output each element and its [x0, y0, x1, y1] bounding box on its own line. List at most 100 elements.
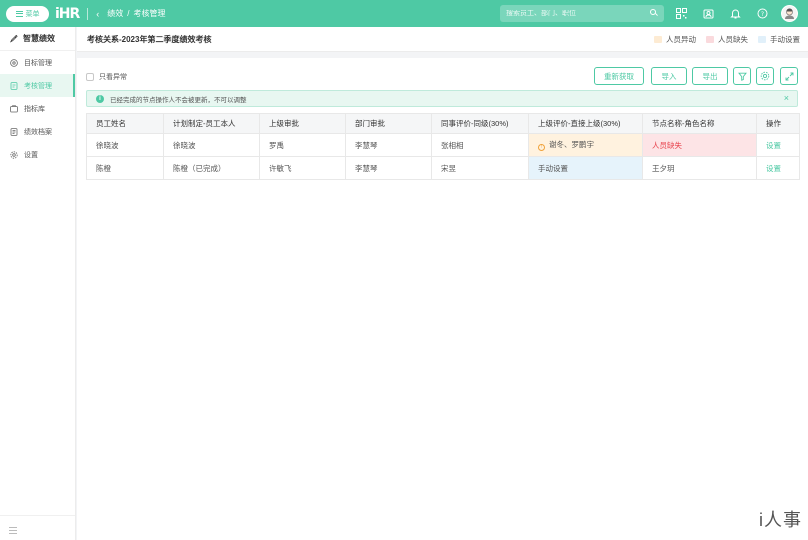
- sidebar-item-review[interactable]: 考核管理: [0, 74, 75, 97]
- bell-icon[interactable]: [729, 7, 741, 19]
- settings-link[interactable]: 设置: [766, 141, 781, 150]
- warning-icon: !: [538, 144, 545, 151]
- info-icon: i: [96, 94, 104, 103]
- legend-label: 人员异动: [666, 35, 696, 44]
- only-abnormal-filter[interactable]: 只看异常: [86, 72, 127, 82]
- review-relation-table: 员工姓名 计划制定-员工本人 上级审批 部门审批 同事评价-同级(30%) 上级…: [86, 113, 800, 180]
- cell-text: 谢冬、罗鹏宇: [549, 140, 594, 149]
- table-cell: 徐晓波: [163, 133, 260, 157]
- only-abnormal-label: 只看异常: [99, 74, 127, 81]
- table-cell-changed: ! 谢冬、罗鹏宇: [528, 133, 643, 157]
- top-bar: 菜单 iHR ‹ 绩效 / 考核管理 ?: [0, 0, 808, 27]
- table-cell-manual: 手动设置: [528, 156, 643, 180]
- hamburger-icon: [15, 10, 23, 17]
- contacts-icon[interactable]: [702, 7, 714, 19]
- svg-text:?: ?: [760, 11, 763, 18]
- divider: [87, 7, 89, 20]
- table-cell: 陈橙（已完成）: [163, 156, 260, 180]
- table-cell-action: 设置: [756, 133, 800, 157]
- refresh-button[interactable]: 重新获取: [594, 67, 644, 85]
- gear-icon: [10, 150, 18, 159]
- global-search[interactable]: [500, 5, 664, 22]
- info-notice: i 已经完成的节点操作人不会被更新，不可以调整 ×: [86, 90, 798, 107]
- export-button[interactable]: 导出: [692, 67, 728, 85]
- column-header: 操作: [756, 113, 800, 134]
- legend-item-missing: 人员缺失: [706, 34, 748, 45]
- settings-link[interactable]: 设置: [766, 164, 781, 173]
- legend-swatch: [758, 36, 766, 43]
- user-avatar[interactable]: [781, 5, 798, 22]
- sidebar-item-label: 设置: [24, 151, 38, 159]
- sidebar-item-archive[interactable]: 绩效档案: [0, 120, 75, 143]
- legend-swatch: [706, 36, 714, 43]
- search-input[interactable]: [506, 10, 646, 17]
- help-icon[interactable]: ?: [756, 7, 768, 19]
- table-cell: 宋昱: [431, 156, 529, 180]
- table-cell-missing: 人员缺失: [642, 133, 757, 157]
- app-logo[interactable]: iHR: [55, 6, 80, 22]
- sidebar-item-label: 绩效档案: [24, 128, 52, 136]
- filter-icon: [737, 72, 747, 81]
- brand-watermark: i人事: [759, 510, 802, 530]
- breadcrumb-separator: /: [127, 9, 130, 18]
- table-header-row: 员工姓名 计划制定-员工本人 上级审批 部门审批 同事评价-同级(30%) 上级…: [86, 113, 800, 134]
- sidebar: 智慧绩效 目标管理 考核管理 指标库 绩效档案 设置: [0, 27, 76, 540]
- only-abnormal-checkbox[interactable]: [86, 73, 94, 81]
- sidebar-header-label: 智慧绩效: [23, 34, 55, 43]
- table-cell: 李慧琴: [345, 133, 432, 157]
- performance-app-icon: [10, 34, 18, 43]
- import-button[interactable]: 导入: [651, 67, 687, 85]
- column-header: 上级评价-直接上级(30%): [528, 113, 643, 134]
- page-header: 考核关系-2023年第二季度绩效考核 人员异动 人员缺失 手动设置: [77, 27, 808, 52]
- breadcrumb: ‹ 绩效 / 考核管理: [96, 8, 165, 19]
- sidebar-item-label: 考核管理: [24, 82, 52, 90]
- library-icon: [10, 104, 18, 113]
- status-legend: 人员异动 人员缺失 手动设置: [654, 27, 800, 52]
- legend-item-manual: 手动设置: [758, 34, 800, 45]
- menu-button-label: 菜单: [25, 10, 40, 18]
- column-header: 节点名称-角色名称: [642, 113, 757, 134]
- sidebar-item-label: 指标库: [24, 105, 45, 113]
- expand-icon: [785, 72, 793, 80]
- sidebar-item-settings[interactable]: 设置: [0, 143, 75, 166]
- column-settings-button[interactable]: [756, 67, 774, 85]
- table-cell: 王夕玥: [642, 156, 757, 180]
- filter-button[interactable]: [733, 67, 751, 85]
- column-header: 员工姓名: [86, 113, 164, 134]
- search-icon[interactable]: [650, 9, 656, 15]
- table-row: 徐晓波 徐晓波 罗禹 李慧琴 张相相 ! 谢冬、罗鹏宇 人员缺失 设置: [86, 133, 800, 157]
- legend-item-change: 人员异动: [654, 34, 696, 45]
- table-cell: 李慧琴: [345, 156, 432, 180]
- content-card: 只看异常 重新获取 导入 导出 i 已经完成的节点操作人不会被更新，不可以调整 …: [77, 58, 808, 540]
- column-header: 计划制定-员工本人: [163, 113, 260, 134]
- sidebar-item-label: 目标管理: [24, 59, 52, 67]
- breadcrumb-item-review: 考核管理: [133, 9, 166, 18]
- table-cell: 张相相: [431, 133, 529, 157]
- gear-icon: [760, 71, 770, 81]
- column-header: 同事评价-同级(30%): [431, 113, 529, 134]
- table-cell: 陈橙: [86, 156, 164, 180]
- close-icon[interactable]: ×: [784, 94, 789, 103]
- sidebar-item-goals[interactable]: 目标管理: [0, 51, 75, 74]
- table-row: 陈橙 陈橙（已完成） 许敏飞 李慧琴 宋昱 手动设置 王夕玥 设置: [86, 156, 800, 180]
- target-icon: [10, 58, 18, 67]
- archive-icon: [10, 127, 18, 136]
- fullscreen-button[interactable]: [780, 67, 798, 85]
- table-cell: 徐晓波: [86, 133, 164, 157]
- notice-text: 已经完成的节点操作人不会被更新，不可以调整: [110, 96, 247, 104]
- legend-label: 人员缺失: [718, 35, 748, 44]
- page-title: 考核关系-2023年第二季度绩效考核: [87, 34, 212, 44]
- menu-button[interactable]: 菜单: [6, 5, 49, 22]
- qrcode-icon[interactable]: [675, 7, 687, 19]
- back-chevron-icon[interactable]: ‹: [96, 9, 99, 19]
- column-header: 部门审批: [345, 113, 432, 134]
- table-cell: 许敏飞: [259, 156, 346, 180]
- collapse-sidebar-icon[interactable]: [9, 527, 17, 534]
- column-header: 上级审批: [259, 113, 346, 134]
- sidebar-item-library[interactable]: 指标库: [0, 97, 75, 120]
- divider: [0, 515, 75, 516]
- breadcrumb-item-performance[interactable]: 绩效: [107, 8, 123, 19]
- review-icon: [10, 81, 18, 90]
- table-cell: 罗禹: [259, 133, 346, 157]
- legend-label: 手动设置: [770, 35, 800, 44]
